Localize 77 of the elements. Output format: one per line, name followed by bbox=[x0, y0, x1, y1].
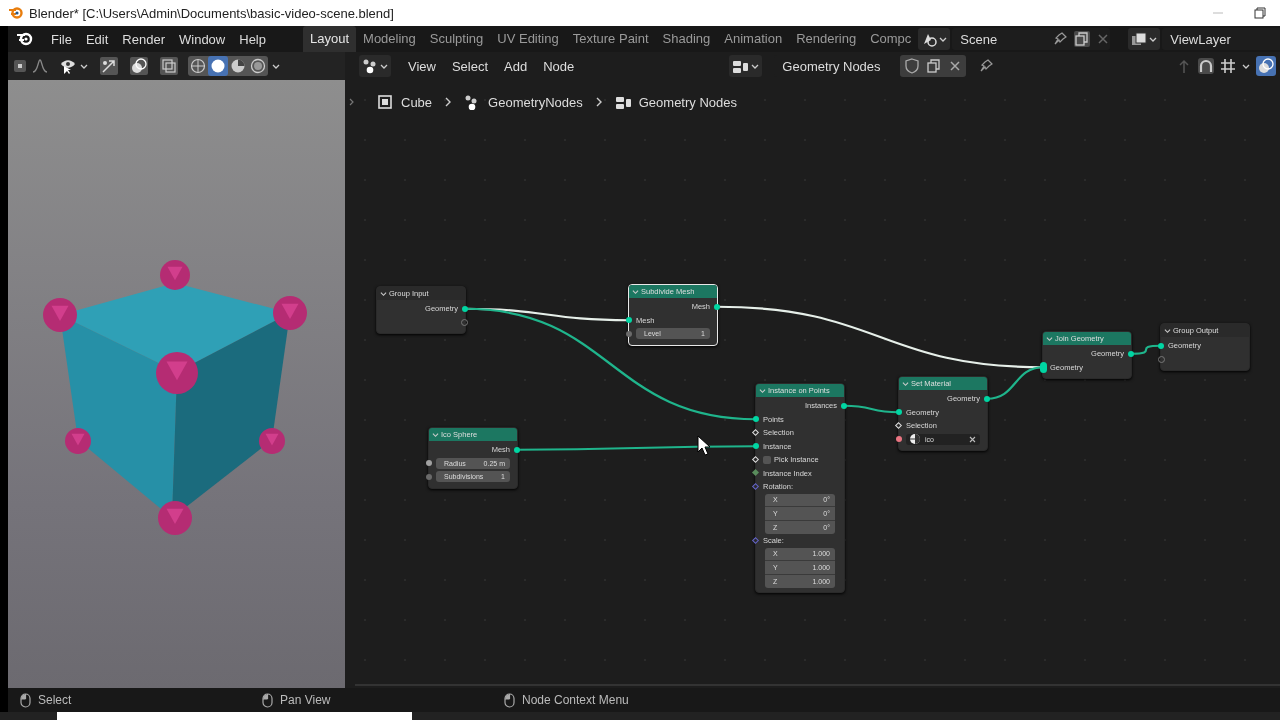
pin-icon[interactable] bbox=[1052, 31, 1069, 47]
collapse-caret-icon[interactable] bbox=[380, 290, 387, 297]
node-tree-icon bbox=[614, 94, 631, 110]
workspace-tab[interactable]: Texture Paint bbox=[565, 26, 656, 52]
breadcrumb-item[interactable]: Cube bbox=[401, 94, 433, 110]
socket-icon[interactable] bbox=[1040, 361, 1047, 373]
chevron-right-icon bbox=[594, 97, 603, 107]
restore-icon[interactable] bbox=[1254, 7, 1266, 19]
window-title: Blender* [C:\Users\Admin\Documents\basic-video-scene.blend] bbox=[29, 5, 394, 21]
workspace-tab[interactable]: Compc bbox=[863, 26, 919, 52]
workspace-tab[interactable]: Shading bbox=[655, 26, 718, 52]
menu-item[interactable]: File bbox=[44, 31, 79, 47]
scene-selector[interactable] bbox=[918, 28, 951, 50]
socket-icon[interactable] bbox=[984, 395, 990, 402]
menu-item[interactable]: Help bbox=[232, 31, 273, 47]
falloff-curve-icon[interactable] bbox=[32, 58, 48, 74]
workspace-tab[interactable]: Layout bbox=[303, 26, 357, 52]
breadcrumb-item[interactable]: GeometryNodes bbox=[488, 94, 583, 110]
caret-icon[interactable] bbox=[1242, 62, 1250, 70]
close-icon[interactable] bbox=[948, 59, 963, 73]
overlay-icon[interactable] bbox=[130, 57, 148, 75]
clear-icon[interactable] bbox=[968, 434, 977, 444]
status-hint: Select bbox=[38, 693, 72, 707]
visibility-icon[interactable] bbox=[60, 58, 76, 74]
mouse-cursor-icon bbox=[697, 435, 711, 456]
caret-icon[interactable] bbox=[272, 62, 280, 70]
menu-item[interactable]: Node bbox=[536, 58, 582, 74]
workspace-tab[interactable]: Animation bbox=[717, 26, 790, 52]
checkbox[interactable] bbox=[763, 455, 771, 464]
menu-item[interactable]: Render bbox=[115, 31, 172, 47]
mouse-icon bbox=[504, 692, 515, 708]
snap-grid-icon[interactable] bbox=[1220, 58, 1236, 74]
node-editor-icon bbox=[362, 58, 378, 74]
socket-icon[interactable] bbox=[714, 303, 720, 310]
menu-item[interactable]: Add bbox=[497, 58, 535, 74]
view-layer-selector[interactable] bbox=[1128, 28, 1161, 50]
socket-icon[interactable] bbox=[1128, 350, 1134, 357]
socket-icon[interactable] bbox=[514, 446, 520, 453]
breadcrumb-item[interactable]: Geometry Nodes bbox=[638, 94, 737, 110]
select-mode-icon[interactable] bbox=[12, 58, 28, 74]
workspace-tab[interactable]: Modeling bbox=[356, 26, 423, 52]
copy-icon[interactable] bbox=[926, 58, 943, 74]
shield-icon[interactable] bbox=[904, 58, 921, 74]
snap-icon[interactable] bbox=[1198, 58, 1214, 74]
xray-icon[interactable] bbox=[160, 57, 178, 75]
caret-icon bbox=[939, 35, 948, 43]
node-tree-type-button[interactable] bbox=[729, 55, 763, 77]
material-sphere-icon bbox=[909, 433, 921, 446]
gizmo-icon[interactable] bbox=[100, 57, 118, 75]
socket-icon[interactable] bbox=[841, 402, 847, 409]
caret-icon[interactable] bbox=[80, 62, 88, 70]
menu-item[interactable]: Edit bbox=[78, 31, 116, 47]
workspace-tab[interactable]: Rendering bbox=[789, 26, 864, 52]
caret-icon bbox=[751, 62, 760, 70]
cube-icon bbox=[377, 94, 393, 110]
workspace-tab[interactable]: Sculpting bbox=[422, 26, 491, 52]
menu-item[interactable]: Window bbox=[172, 31, 233, 47]
collapse-caret-icon[interactable] bbox=[1164, 327, 1171, 334]
overlay-icon[interactable] bbox=[1256, 56, 1276, 76]
status-hint: Pan View bbox=[280, 693, 331, 707]
mouse-icon bbox=[20, 692, 31, 708]
node-link bbox=[844, 404, 899, 414]
mouse-icon bbox=[262, 692, 273, 708]
menu-item[interactable]: View bbox=[401, 58, 443, 74]
blender-logo-icon bbox=[8, 4, 26, 22]
copy-icon[interactable] bbox=[1074, 31, 1091, 47]
node-tree-name-field[interactable]: Geometry Nodes bbox=[782, 58, 881, 74]
status-hint: Node Context Menu bbox=[522, 693, 629, 707]
pin-icon[interactable] bbox=[978, 58, 995, 74]
layers-icon bbox=[1131, 31, 1148, 47]
caret-icon bbox=[380, 62, 388, 70]
close-icon[interactable] bbox=[1096, 32, 1111, 46]
editor-type-button[interactable] bbox=[359, 55, 391, 77]
workspace-tab[interactable]: UV Editing bbox=[490, 26, 566, 52]
caret-icon bbox=[1149, 35, 1158, 43]
menu-item[interactable]: Select bbox=[444, 58, 496, 74]
chevron-right-icon bbox=[444, 97, 453, 107]
